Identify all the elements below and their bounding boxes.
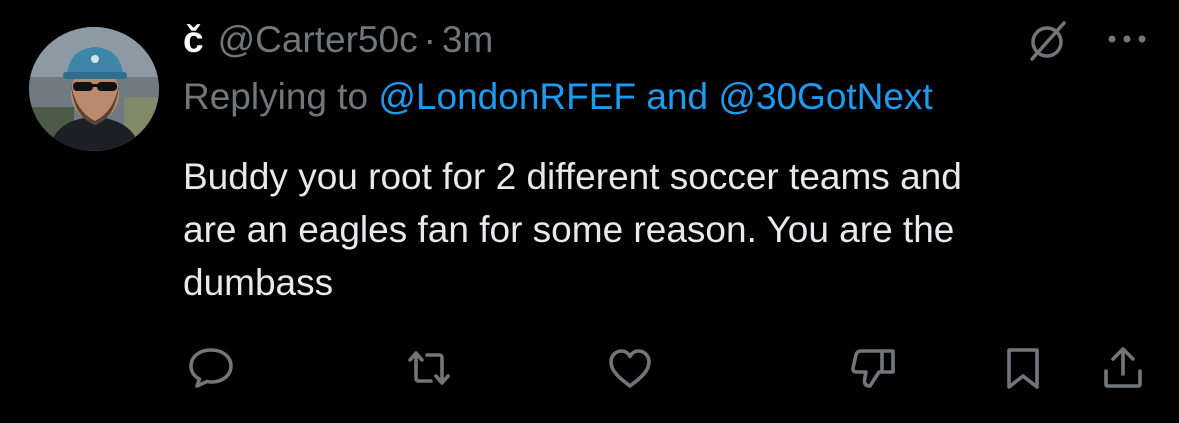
share-icon <box>1104 347 1142 388</box>
avatar-image <box>29 27 159 151</box>
replying-to: Replying to @LondonRFEF and @30GotNext <box>183 76 933 118</box>
separator-dot: · <box>423 19 436 60</box>
mention-link[interactable]: @LondonRFEF <box>378 76 636 117</box>
bookmark-button[interactable] <box>998 344 1048 392</box>
replying-and[interactable]: and <box>646 76 708 117</box>
retweet-button[interactable] <box>404 344 454 392</box>
user-handle[interactable]: @Carter50c <box>218 19 418 61</box>
reply-icon <box>189 348 233 388</box>
dislike-icon <box>851 349 895 388</box>
tweet-header: č @Carter50c · 3m <box>183 16 493 64</box>
tweet-text-line: dumbass <box>183 262 334 303</box>
display-name[interactable]: č <box>183 19 204 61</box>
mention-link[interactable]: @30GotNext <box>718 76 932 117</box>
tweet: č @Carter50c · 3m Replying to @LondonRFE… <box>0 0 1179 423</box>
retweet-icon <box>408 351 450 385</box>
timestamp[interactable]: 3m <box>442 19 493 61</box>
avatar[interactable] <box>29 27 159 151</box>
like-button[interactable] <box>605 344 655 392</box>
share-button[interactable] <box>1098 344 1148 392</box>
tweet-text: Buddy you root for 2 different soccer te… <box>183 150 1163 309</box>
tweet-text-line: are an eagles fan for some reason. You a… <box>183 209 955 250</box>
more-icon[interactable] <box>1104 29 1150 49</box>
dislike-button[interactable] <box>849 344 899 392</box>
like-icon <box>609 349 651 388</box>
bookmark-icon <box>1007 348 1039 389</box>
tweet-text-line: Buddy you root for 2 different soccer te… <box>183 156 962 197</box>
replying-prefix: Replying to <box>183 76 369 117</box>
reply-button[interactable] <box>186 344 236 392</box>
grok-icon[interactable] <box>1024 19 1070 65</box>
